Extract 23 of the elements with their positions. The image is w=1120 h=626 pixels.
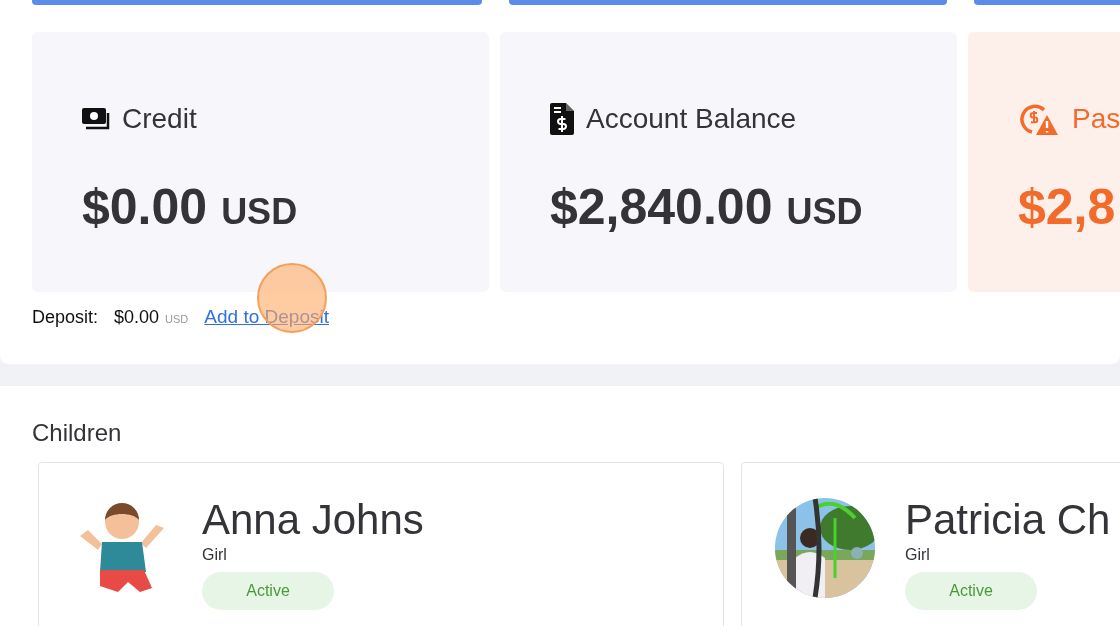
- deposit-label: Deposit:: [32, 307, 99, 328]
- status-badge: Active: [202, 572, 334, 610]
- currency: USD: [786, 191, 863, 233]
- deposit-amount: $0.00: [114, 307, 160, 328]
- add-deposit-link[interactable]: Add to Deposit: [204, 306, 329, 328]
- card-title: Account Balance: [586, 103, 797, 135]
- cash-icon: [82, 107, 110, 131]
- button[interactable]: [32, 0, 482, 5]
- child-name: Patricia Ch: [905, 498, 1111, 542]
- status-badge: Active: [905, 572, 1037, 610]
- button[interactable]: [509, 0, 947, 5]
- section-title: Children: [31, 419, 123, 447]
- amount: $2,8: [1018, 178, 1116, 236]
- child-gender: Girl: [202, 546, 228, 564]
- card-title: Pas: [1072, 103, 1120, 135]
- child-gender: Girl: [905, 546, 931, 564]
- invoice-icon: [550, 103, 574, 135]
- child-name: Anna Johns: [202, 498, 424, 542]
- deposit-currency: USD: [165, 313, 189, 325]
- amount: $0.00: [82, 178, 208, 236]
- amount: $2,840.00: [550, 178, 773, 236]
- currency: USD: [221, 191, 298, 233]
- card-title: Credit: [122, 103, 197, 135]
